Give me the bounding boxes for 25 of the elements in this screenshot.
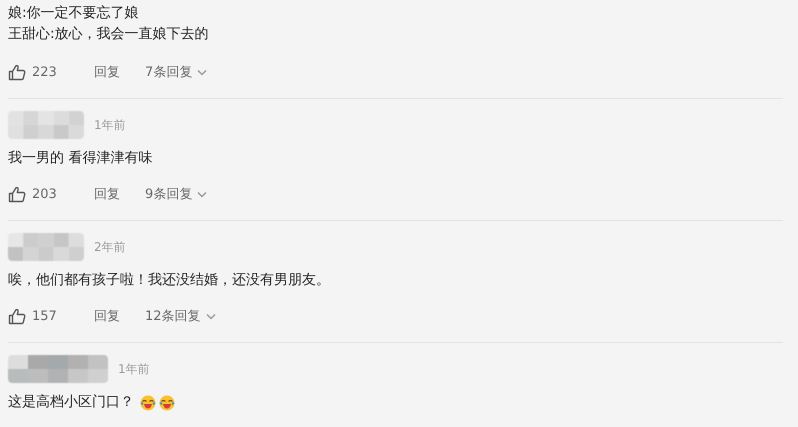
thumbs-up-icon <box>8 186 26 202</box>
like-button[interactable]: 223 <box>8 64 94 80</box>
comment-text: 我一男的 看得津津有味 <box>8 149 152 168</box>
chevron-down-icon <box>197 190 208 198</box>
reply-button[interactable]: 回复 <box>94 185 145 203</box>
chevron-down-icon <box>206 312 216 320</box>
reply-button[interactable]: 回复 <box>94 63 145 81</box>
thumbs-up-icon <box>8 308 26 324</box>
comment-time: 1年前 <box>118 360 150 378</box>
reply-button[interactable]: 回复 <box>94 307 145 325</box>
comment-text: 唉，他们都有孩子啦！我还没结婚，还没有男朋友。 <box>8 271 330 290</box>
like-button[interactable]: 203 <box>8 186 94 202</box>
comment-text: 王甜心:放心，我会一直娘下去的 <box>8 25 210 44</box>
thumbs-up-icon <box>8 64 26 80</box>
like-button[interactable]: 157 <box>8 308 94 324</box>
comment-time: 2年前 <box>94 238 126 256</box>
laughing-crying-emoji-icon <box>140 394 156 410</box>
view-replies-button[interactable]: 7条回复 <box>145 63 208 81</box>
comment-time: 1年前 <box>94 116 126 134</box>
laughing-crying-emoji-icon <box>159 394 175 410</box>
chevron-down-icon <box>197 68 208 76</box>
view-replies-button[interactable]: 9条回复 <box>145 185 208 203</box>
view-replies-button[interactable]: 12条回复 <box>145 307 216 325</box>
comment-text: 这是高档小区门口？ <box>8 393 134 412</box>
comment-text: 娘:你一定不要忘了娘 <box>8 4 140 23</box>
